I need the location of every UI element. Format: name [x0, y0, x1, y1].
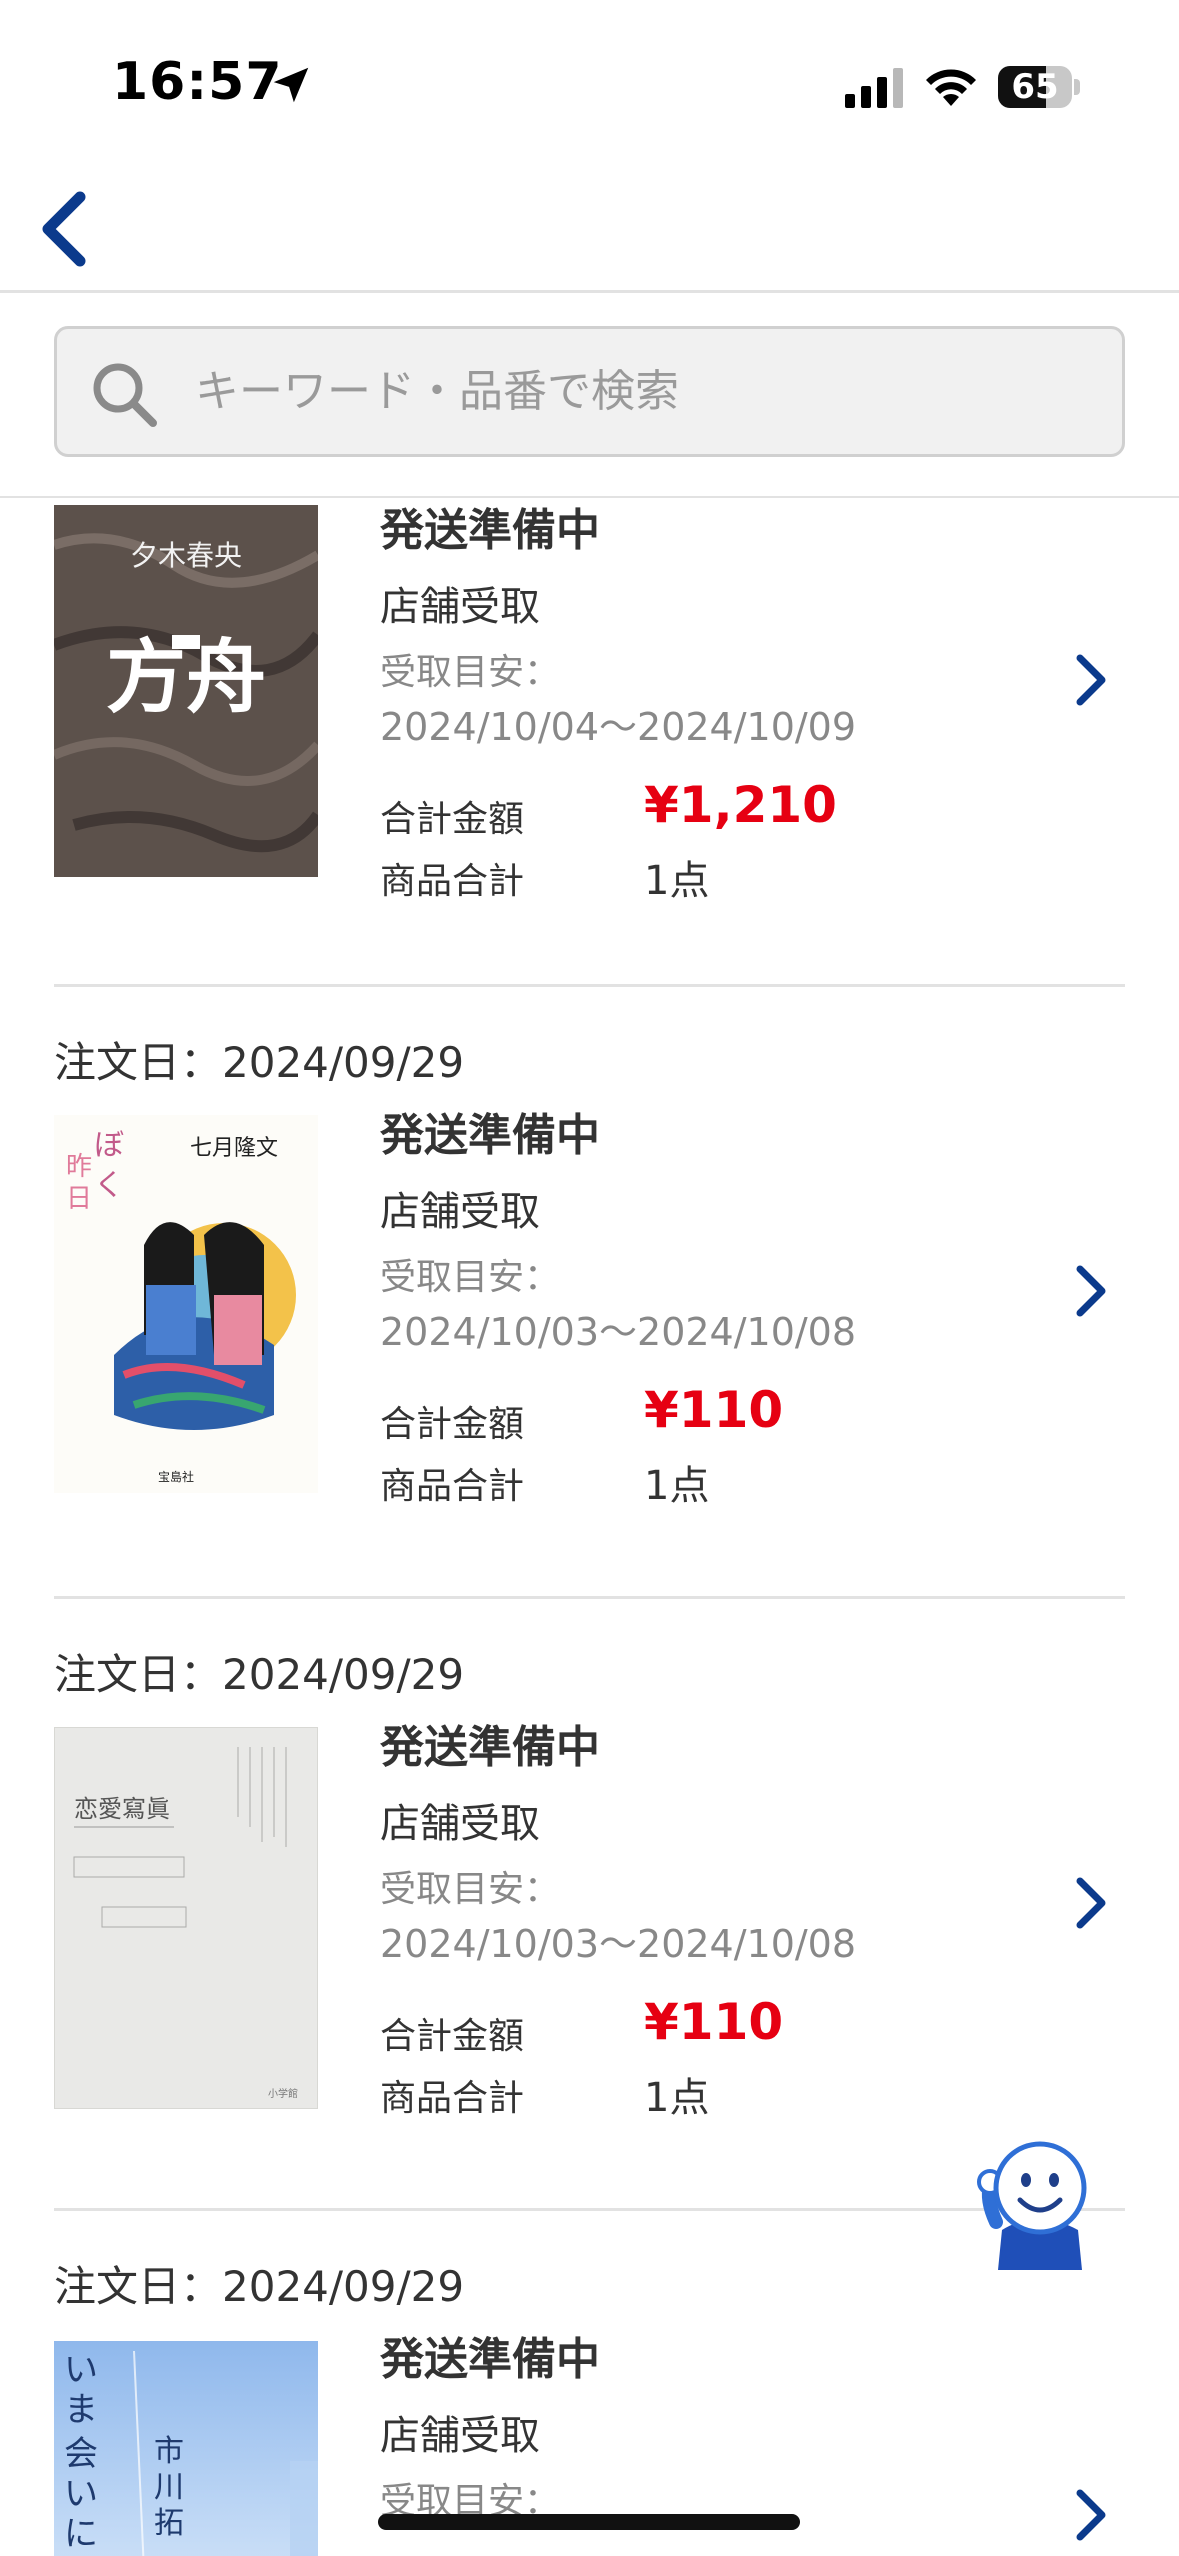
ima-aini-cover-art: い ま 会 い に 市 川 拓 [54, 2341, 318, 2556]
order-info: 発送準備中 店舗受取 受取目安： 2024/10/03〜2024/10/08 合… [380, 1717, 1060, 2125]
receive-guide-label: 受取目安： [380, 1869, 561, 1910]
svg-text:拓: 拓 [154, 2506, 184, 2541]
chevron-left-icon [42, 191, 86, 267]
svg-text:い: い [64, 2350, 98, 2390]
order-status: 発送準備中 [380, 2334, 600, 2385]
order-status: 発送準備中 [380, 505, 600, 556]
count-label: 商品合計 [380, 1466, 525, 1507]
hakobune-cover-art: 夕木春央 方舟 [54, 505, 318, 877]
svg-text:会: 会 [64, 2434, 98, 2474]
order-status: 発送準備中 [380, 1722, 600, 1773]
order-item[interactable]: 注文日：2024/09/29 恋愛寫眞 小学館 発送準備中 店舗受取 受取目安：… [0, 1599, 1179, 2211]
total-price: ¥110 [644, 1993, 784, 2051]
renai-shashin-cover-art: 恋愛寫眞 小学館 [54, 1727, 318, 2109]
order-date: 注文日：2024/09/29 [54, 2262, 465, 2311]
bokuwa-ashita-cover-art: 七月隆文 ぼ く 昨 日 宝島社 [54, 1115, 318, 1493]
svg-text:ま: ま [64, 2390, 98, 2430]
cellular-signal-icon [845, 68, 903, 108]
svg-text:七月隆文: 七月隆文 [190, 1136, 278, 1161]
book-cover-image: 七月隆文 ぼ く 昨 日 宝島社 [54, 1115, 318, 1493]
count-label: 商品合計 [380, 2078, 525, 2119]
nav-bar [0, 165, 1179, 293]
total-row: 合計金額 ¥110 [380, 1381, 1060, 1447]
search-icon [93, 363, 157, 427]
total-price: ¥1,210 [644, 776, 837, 834]
delivery-method: 店舗受取 [380, 584, 540, 630]
order-item[interactable]: 注文日：2024/09/29 七月隆文 ぼ く 昨 日 宝島社 発送準備中 店舗… [0, 987, 1179, 1599]
battery-cap [1074, 79, 1080, 95]
order-item[interactable]: 夕木春央 方舟 発送準備中 店舗受取 受取目安： 2024/10/04〜2024… [0, 500, 1179, 985]
svg-text:川: 川 [154, 2470, 184, 2505]
delivery-method: 店舗受取 [380, 1189, 540, 1235]
item-count: 1点 [644, 1463, 710, 1509]
status-bar: 16:57 65 [0, 0, 1179, 165]
svg-text:ぼ: ぼ [94, 1128, 124, 1163]
location-arrow-icon [273, 67, 309, 103]
chevron-right-icon[interactable] [1068, 1261, 1112, 1321]
svg-text:日: 日 [66, 1184, 92, 1214]
total-row: 合計金額 ¥1,210 [380, 776, 1060, 842]
receive-guide-range: 2024/10/04〜2024/10/09 [380, 705, 857, 749]
order-date: 注文日：2024/09/29 [54, 1650, 465, 1699]
back-button[interactable] [18, 183, 110, 275]
total-label: 合計金額 [380, 2016, 525, 2057]
count-row: 商品合計 1点 [380, 1447, 1060, 1513]
item-count: 1点 [644, 2075, 710, 2121]
order-info: 発送準備中 店舗受取 受取目安： 2024/10/04〜2024/10/09 合… [380, 500, 1060, 908]
receive-guide-range: 2024/10/03〜2024/10/08 [380, 1310, 857, 1354]
total-price: ¥110 [644, 1381, 784, 1439]
order-history-screen: 16:57 65 キーワード・品番で検索 夕木春央 方舟 発送準備中 店舗受取 … [0, 0, 1179, 2556]
count-row: 商品合計 1点 [380, 842, 1060, 908]
svg-text:宝島社: 宝島社 [158, 1469, 194, 1484]
total-label: 合計金額 [380, 1404, 525, 1445]
book-cover-image: 恋愛寫眞 小学館 [54, 1727, 318, 2109]
receive-guide-range: 2024/10/03〜2024/10/08 [380, 1922, 857, 1966]
search-input[interactable]: キーワード・品番で検索 [54, 326, 1125, 457]
svg-text:市: 市 [154, 2434, 184, 2469]
battery-body: 65 [998, 66, 1072, 108]
svg-text:い: い [64, 2474, 98, 2514]
receive-guide-label: 受取目安： [380, 652, 561, 693]
item-count: 1点 [644, 858, 710, 904]
wifi-icon [926, 69, 976, 106]
book-cover-image: い ま 会 い に 市 川 拓 [54, 2341, 318, 2556]
chevron-right-icon[interactable] [1068, 1873, 1112, 1933]
svg-text:恋愛寫眞: 恋愛寫眞 [74, 1795, 170, 1823]
chevron-right-icon[interactable] [1068, 650, 1112, 710]
help-mascot-button[interactable] [968, 2130, 1108, 2270]
battery-icon: 65 [998, 66, 1080, 108]
svg-text:夕木春央: 夕木春央 [130, 539, 242, 572]
book-cover-image: 夕木春央 方舟 [54, 505, 318, 877]
svg-text:昨: 昨 [66, 1152, 92, 1182]
svg-text:く: く [94, 1168, 124, 1203]
count-label: 商品合計 [380, 861, 525, 902]
chevron-right-icon[interactable] [1068, 2485, 1112, 2545]
order-status: 発送準備中 [380, 1110, 600, 1161]
total-label: 合計金額 [380, 799, 525, 840]
svg-text:に: に [64, 2514, 98, 2554]
battery-level-text: 65 [1011, 67, 1059, 107]
delivery-method: 店舗受取 [380, 2413, 540, 2459]
order-info: 発送準備中 店舗受取 受取目安： 2024/10/03〜2024/10/08 合… [380, 1105, 1060, 1513]
delivery-method: 店舗受取 [380, 1801, 540, 1847]
home-indicator[interactable] [378, 2514, 800, 2530]
search-placeholder: キーワード・品番で検索 [195, 366, 679, 417]
order-info: 発送準備中 店舗受取 受取目安： [380, 2329, 1060, 2529]
status-time: 16:57 [112, 52, 283, 112]
total-row: 合計金額 ¥110 [380, 1993, 1060, 2059]
svg-text:小学館: 小学館 [268, 2087, 298, 2100]
search-area: キーワード・品番で検索 [0, 293, 1179, 498]
receive-guide-label: 受取目安： [380, 1257, 561, 1298]
order-date: 注文日：2024/09/29 [54, 1038, 465, 1087]
count-row: 商品合計 1点 [380, 2059, 1060, 2125]
smiley-mascot-icon [977, 2141, 1087, 2270]
